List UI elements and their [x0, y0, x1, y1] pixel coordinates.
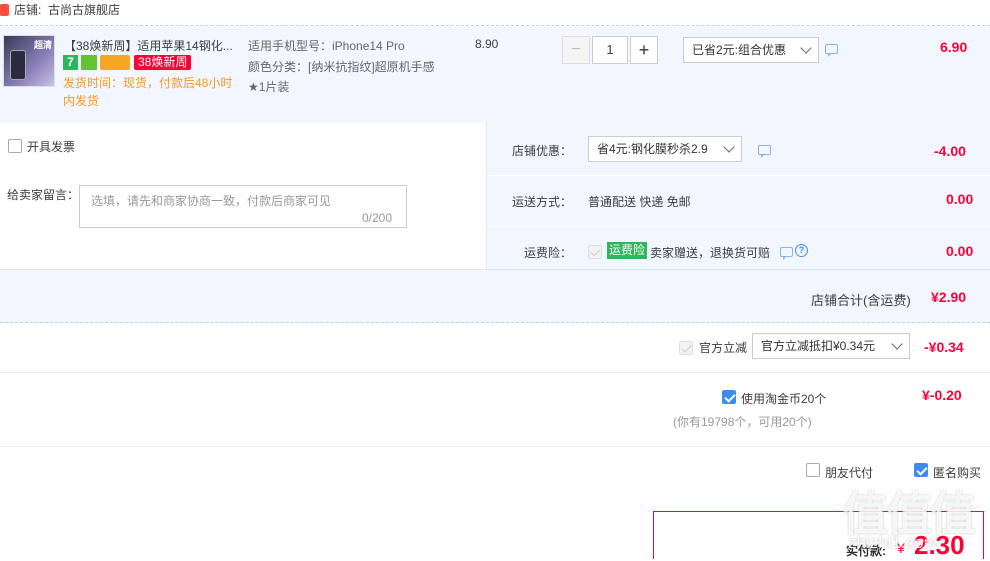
insurance-amount: 0.00 — [946, 243, 974, 259]
item-promo-value: 已省2元:组合优惠 — [692, 43, 787, 57]
divider — [487, 226, 990, 227]
anonymous-checkbox[interactable] — [914, 463, 928, 477]
official-label: 官方立减 — [699, 341, 748, 355]
invoice-label: 开具发票 — [27, 140, 76, 154]
card-badge-icon — [100, 55, 130, 70]
item-color: 颜色分类：[纳米抗指纹]超原机手感★1片装 — [248, 60, 435, 94]
store-total-amount: ¥2.90 — [931, 289, 967, 305]
message-placeholder: 选填，请先和商家协商一致，付款后商家可见 — [91, 194, 332, 208]
official-discount-row: 官方立减 官方立减抵扣¥0.34元 -¥0.34 — [0, 323, 990, 373]
qty-input[interactable]: 1 — [592, 36, 628, 64]
chevron-down-icon — [800, 42, 812, 54]
shield-badge-icon — [81, 55, 97, 70]
chevron-down-icon — [891, 338, 903, 350]
insurance-tag: 运费险 — [607, 242, 648, 259]
item-thumbnail[interactable]: 超清 — [3, 35, 55, 87]
official-amount: -¥0.34 — [924, 339, 964, 355]
store-header: 店铺: 古尚古旗舰店 — [0, 0, 990, 26]
item-promo-select[interactable]: 已省2元:组合优惠 — [683, 37, 819, 63]
store-discount-value: 省4元:钢化膜秒杀2.9 — [597, 142, 708, 156]
official-value: 官方立减抵扣¥0.34元 — [761, 339, 876, 353]
message-counter: 0/200 — [362, 211, 393, 225]
phone-shape — [10, 50, 26, 80]
coins-note: (你有19798个，可用20个) — [673, 415, 812, 429]
store-discount-amount: -4.00 — [934, 143, 966, 159]
insurance-text: 卖家赠送，退换货可赔 — [650, 246, 771, 260]
watermark-site: zhizhi1.com — [848, 533, 938, 552]
official-select[interactable]: 官方立减抵扣¥0.34元 — [752, 333, 910, 359]
store-icon — [0, 4, 9, 16]
store-prefix: 店铺: — [14, 3, 42, 17]
thumb-label: 超清 — [34, 40, 53, 50]
service-badge-7: 7 — [63, 55, 78, 70]
qty-plus-button[interactable]: + — [630, 36, 658, 64]
chat-icon[interactable] — [758, 145, 771, 158]
shipping-amount: 0.00 — [946, 191, 974, 207]
item-model: 适用手机型号：iPhone14 Pro — [248, 39, 405, 53]
shipping-text: 普通配送 快递 免邮 — [588, 195, 691, 209]
item-row: 超清 【38焕新周】适用苹果14钢化... 7 38焕新周 发货时间：现货，付款… — [0, 27, 990, 123]
store-total-row: 店铺合计(含运费) ¥2.90 — [0, 269, 990, 323]
store-discount-select[interactable]: 省4元:钢化膜秒杀2.9 — [588, 136, 742, 162]
message-label: 给卖家留言： — [7, 188, 80, 202]
store-options-panel: 店铺优惠： 省4元:钢化膜秒杀2.9 -4.00 运送方式： 普通配送 快递 免… — [486, 123, 990, 269]
store-discount-label: 店铺优惠： — [512, 144, 573, 158]
chevron-down-icon — [723, 141, 735, 153]
insurance-checkbox — [588, 245, 602, 259]
store-total-label: 店铺合计(含运费) — [811, 293, 911, 308]
quantity-stepper: − 1 + — [562, 36, 658, 64]
help-icon[interactable]: ? — [795, 244, 808, 257]
coins-amount: ¥-0.20 — [922, 387, 962, 403]
qty-minus-button[interactable]: − — [562, 36, 590, 64]
divider — [487, 175, 990, 176]
coins-checkbox[interactable] — [722, 390, 736, 404]
chat-icon[interactable] — [780, 247, 793, 260]
chat-icon[interactable] — [825, 44, 838, 57]
item-subtotal: 6.90 — [940, 39, 968, 55]
coins-row: 使用淘金币20个 (你有19798个，可用20个) ¥-0.20 — [0, 373, 990, 447]
unit-price: 8.90 — [475, 37, 499, 51]
official-checkbox — [679, 341, 693, 355]
ship-time-text: 发货时间：现货，付款后48小时内发货 — [63, 76, 233, 108]
shipping-label: 运送方式： — [512, 195, 573, 209]
insurance-label: 运费险： — [524, 246, 573, 260]
promo-tag: 38焕新周 — [134, 55, 192, 70]
coins-label: 使用淘金币20个 — [741, 392, 827, 406]
invoice-checkbox[interactable] — [8, 139, 22, 153]
message-textarea[interactable]: 选填，请先和商家协商一致，付款后商家可见 0/200 — [79, 185, 407, 228]
store-name-link[interactable]: 古尚古旗舰店 — [48, 1, 120, 18]
friend-pay-checkbox[interactable] — [806, 463, 820, 477]
item-title-link[interactable]: 【38焕新周】适用苹果14钢化... — [64, 37, 233, 54]
